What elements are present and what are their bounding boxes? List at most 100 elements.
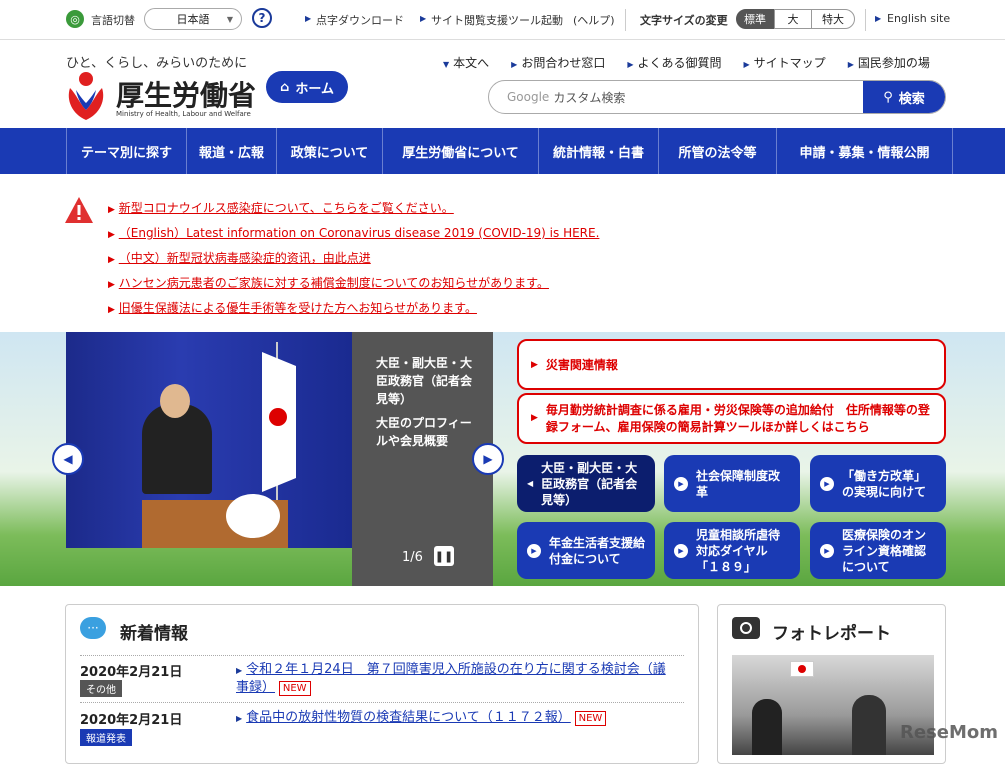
watermark-logo: ReseMom bbox=[900, 722, 999, 743]
carousel-photo[interactable] bbox=[66, 332, 352, 548]
news-tag: その他 bbox=[80, 680, 122, 697]
carousel-counter: 1/6 bbox=[402, 550, 423, 565]
language-select[interactable]: 日本語 ▼ bbox=[144, 8, 242, 30]
divider bbox=[625, 9, 626, 31]
ministry-logo-icon[interactable] bbox=[64, 70, 108, 122]
news-item[interactable]: ▶ 食品中の放射性物質の検査結果について（１１７２報） NEW bbox=[236, 709, 676, 727]
news-date: 2020年2月21日 bbox=[80, 713, 183, 728]
arrow-icon: ▶ bbox=[108, 255, 115, 265]
hero-tile-social-security[interactable]: ▶ 社会保障制度改革 bbox=[664, 455, 800, 512]
disaster-info-button[interactable]: ▶ 災害関連情報 bbox=[517, 339, 946, 390]
arrow-icon: ▶ bbox=[875, 14, 882, 23]
alert-item[interactable]: ▶ 新型コロナウイルス感染症について、こちらをご覧ください。 bbox=[108, 199, 599, 224]
english-site-link[interactable]: English site bbox=[887, 12, 950, 25]
warning-icon bbox=[65, 197, 93, 223]
arrow-right-icon: ▶ bbox=[820, 476, 834, 491]
arrow-icon: ▶ bbox=[108, 280, 115, 290]
nav-applications[interactable]: 申請・募集・情報公開 bbox=[776, 128, 952, 174]
alert-item[interactable]: ▶ （中文）新型冠状病毒感染症的资讯，由此点进 bbox=[108, 249, 599, 274]
utility-bar: ◎ 言語切替 日本語 ▼ ? ▶ 点字ダウンロード ▶ サイト閲覧支援ツール起動… bbox=[0, 0, 1005, 40]
reader-tool-link[interactable]: サイト閲覧支援ツール起動 bbox=[431, 12, 563, 28]
pause-icon[interactable]: ❚❚ bbox=[434, 546, 454, 566]
search-icon: ⚲ bbox=[883, 89, 893, 105]
search-box: Google カスタム検索 ⚲ 検索 bbox=[488, 80, 946, 114]
caption-title[interactable]: 大臣・副大臣・大臣政務官（記者会見等） bbox=[376, 354, 472, 408]
hero-tile-minister[interactable]: ◀ 大臣・副大臣・大臣政務官（記者会見等） bbox=[517, 455, 655, 512]
divider bbox=[80, 655, 684, 656]
photo-report-title: フォトレポート bbox=[772, 624, 891, 644]
search-input[interactable]: Google カスタム検索 bbox=[489, 81, 863, 113]
language-value: 日本語 bbox=[176, 13, 210, 26]
alerts-list: ▶ 新型コロナウイルス感染症について、こちらをご覧ください。 ▶ （Englis… bbox=[108, 199, 599, 324]
header-link-faq[interactable]: ▶ よくある御質問 bbox=[627, 54, 721, 71]
caption-sub: 大臣のプロフィールや会見概要 bbox=[376, 416, 472, 448]
home-icon: ⌂ bbox=[280, 79, 290, 95]
arrow-right-icon: ▶ bbox=[483, 452, 493, 466]
tagline: ひと、くらし、みらいのために bbox=[66, 56, 248, 71]
arrow-right-icon: ▶ bbox=[674, 543, 688, 558]
home-label: ホーム bbox=[295, 81, 334, 97]
arrow-icon: ▶ bbox=[531, 359, 538, 370]
header-links: ▼ 本文へ ▶ お問合わせ窓口 ▶ よくある御質問 ▶ サイトマップ ▶ 国民参加の場 bbox=[443, 54, 930, 71]
arrow-icon: ▶ bbox=[305, 14, 312, 23]
hero-tile-online-insurance[interactable]: ▶ 医療保険のオンライン資格確認について bbox=[810, 522, 946, 579]
search-placeholder: カスタム検索 bbox=[553, 90, 626, 105]
news-title: 新着情報 bbox=[120, 624, 188, 644]
nav-laws[interactable]: 所管の法令等 bbox=[658, 128, 776, 174]
header-link-main-content[interactable]: ▼ 本文へ bbox=[443, 54, 489, 71]
arrow-icon: ▶ bbox=[420, 14, 427, 23]
globe-icon: ◎ bbox=[66, 10, 84, 28]
ministry-name-en: Ministry of Health, Labour and Welfare bbox=[116, 110, 251, 118]
nav-theme[interactable]: テーマ別に探す bbox=[66, 128, 186, 174]
additional-benefit-button[interactable]: ▶ 毎月勤労統計調査に係る雇用・労災保険等の追加給付 住所情報等の登録フォーム、雇… bbox=[517, 393, 946, 444]
hero-tile-work-reform[interactable]: ▶ 「働き方改革」の実現に向けて bbox=[810, 455, 946, 512]
nav-press[interactable]: 報道・広報 bbox=[186, 128, 276, 174]
alert-item[interactable]: ▶ ハンセン病元患者のご家族に対する補償金制度についてのお知らせがあります。 bbox=[108, 274, 599, 299]
carousel-prev-button[interactable]: ◀ bbox=[52, 443, 84, 475]
header-link-participation[interactable]: ▶ 国民参加の場 bbox=[848, 54, 930, 71]
reader-help-link[interactable]: (ヘルプ) bbox=[573, 12, 615, 28]
main-nav: テーマ別に探す 報道・広報 政策について 厚生労働省について 統計情報・白書 所… bbox=[0, 128, 1005, 174]
new-badge: NEW bbox=[574, 711, 607, 726]
podium-emblem bbox=[226, 494, 280, 538]
arrow-left-icon: ◀ bbox=[527, 478, 534, 488]
alert-item[interactable]: ▶ （English）Latest information on Coronav… bbox=[108, 224, 599, 249]
camera-icon bbox=[732, 617, 760, 639]
chevron-down-icon: ▼ bbox=[226, 14, 233, 24]
ministry-name[interactable]: 厚生労働省 bbox=[116, 74, 256, 114]
arrow-right-icon: ▶ bbox=[820, 543, 834, 558]
nav-policy[interactable]: 政策について bbox=[276, 128, 382, 174]
speech-bubble-icon: ··· bbox=[80, 617, 106, 639]
arrow-icon: ▶ bbox=[108, 305, 115, 315]
font-size-large-button[interactable]: 大 bbox=[774, 9, 812, 29]
arrow-right-icon: ▶ bbox=[674, 476, 688, 491]
news-item[interactable]: ▶ 令和２年１月24日 第７回障害児入所施設の在り方に関する検討会（議事録） NE… bbox=[236, 661, 676, 697]
arrow-right-icon: ▶ bbox=[527, 543, 541, 558]
news-link: 食品中の放射性物質の検査結果について（１１７２報） bbox=[246, 710, 571, 725]
arrow-icon: ▶ bbox=[108, 230, 115, 240]
hero-tile-pension[interactable]: ▶ 年金生活者支援給付金について bbox=[517, 522, 655, 579]
news-panel: ··· 新着情報 2020年2月21日 その他 ▶ 令和２年１月24日 第７回障害… bbox=[65, 604, 699, 764]
header-link-sitemap[interactable]: ▶ サイトマップ bbox=[744, 54, 826, 71]
arrow-icon: ▶ bbox=[531, 413, 538, 423]
nav-statistics[interactable]: 統計情報・白書 bbox=[538, 128, 658, 174]
news-date: 2020年2月21日 bbox=[80, 665, 183, 680]
header-link-contact[interactable]: ▶ お問合わせ窓口 bbox=[511, 54, 605, 71]
search-button[interactable]: ⚲ 検索 bbox=[863, 81, 945, 113]
alert-item[interactable]: ▶ 旧優生保護法による優生手術等を受けた方へお知らせがあります。 bbox=[108, 299, 599, 324]
arrow-left-icon: ◀ bbox=[63, 452, 73, 466]
font-size-xlarge-button[interactable]: 特大 bbox=[811, 9, 855, 29]
search-brand: Google bbox=[507, 90, 550, 104]
divider bbox=[80, 702, 684, 703]
new-badge: NEW bbox=[278, 681, 311, 696]
arrow-icon: ▶ bbox=[108, 205, 115, 215]
nav-about[interactable]: 厚生労働省について bbox=[382, 128, 538, 174]
font-size-normal-button[interactable]: 標準 bbox=[736, 9, 774, 29]
help-icon[interactable]: ? bbox=[252, 8, 272, 28]
news-tag: 報道発表 bbox=[80, 729, 132, 746]
carousel-next-button[interactable]: ▶ bbox=[472, 443, 504, 475]
home-button[interactable]: ⌂ ホーム bbox=[266, 71, 348, 103]
divider bbox=[865, 9, 866, 31]
hero-tile-child-abuse-dial[interactable]: ▶ 児童相談所虐待対応ダイヤル「１８９」 bbox=[664, 522, 800, 579]
braille-download-link[interactable]: 点字ダウンロード bbox=[316, 12, 404, 28]
